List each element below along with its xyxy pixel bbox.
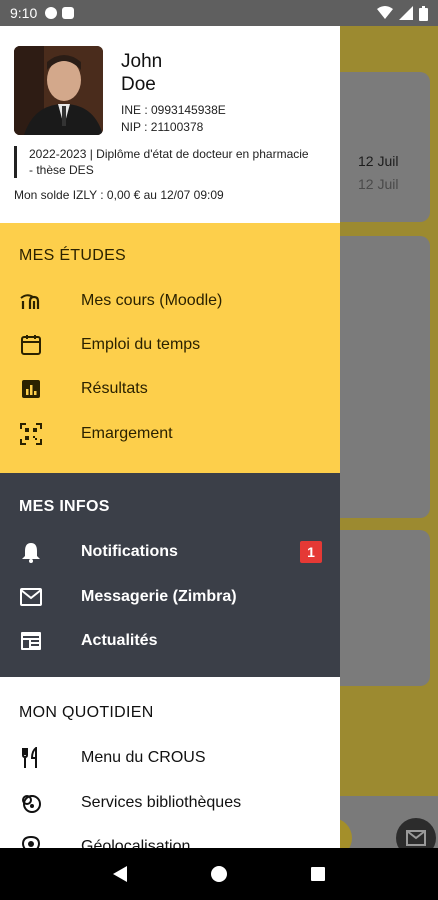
recents-button[interactable]	[303, 859, 333, 889]
section-title: MES ÉTUDES	[19, 247, 127, 264]
bar-chart-icon	[19, 377, 43, 401]
section-mon-quotidien: MON QUOTIDIEN Menu du CROUS Services bib…	[0, 677, 340, 848]
menu-item-messagerie[interactable]: Messagerie (Zimbra)	[0, 575, 340, 619]
status-bar: 9:10	[0, 0, 438, 26]
section-title: MES INFOS	[19, 498, 110, 515]
menu-item-label: Emargement	[81, 425, 173, 442]
nip-number: NIP : 21100378	[121, 120, 204, 134]
mail-icon	[406, 830, 426, 846]
menu-item-menu-crous[interactable]: Menu du CROUS	[0, 736, 340, 780]
section-mes-infos: MES INFOS Notifications 1 Messagerie (Zi…	[0, 473, 340, 677]
notification-count-badge: 1	[300, 541, 322, 563]
recents-square-icon	[311, 867, 326, 881]
menu-item-label: Mes cours (Moodle)	[81, 292, 223, 309]
profile-header: John Doe INE : 0993145938E NIP : 2110037…	[0, 26, 340, 223]
back-button[interactable]	[105, 859, 135, 889]
diploma-info: 2022-2023 | Diplôme d'état de docteur en…	[14, 146, 314, 178]
mail-icon	[19, 585, 43, 609]
menu-item-resultats[interactable]: Résultats	[0, 367, 340, 411]
menu-item-actualites[interactable]: Actualités	[0, 619, 340, 663]
system-navigation-bar	[0, 848, 438, 900]
news-icon	[19, 629, 43, 653]
menu-item-label: Résultats	[81, 380, 148, 397]
menu-item-services-bibliotheques[interactable]: Services bibliothèques	[0, 781, 340, 825]
signal-icon	[399, 6, 413, 20]
menu-item-label: Emploi du temps	[81, 336, 201, 353]
menu-item-label: Géolocalisation	[81, 838, 191, 848]
bell-icon	[19, 540, 43, 564]
menu-item-label: Menu du CROUS	[81, 749, 206, 766]
restaurant-icon	[19, 746, 43, 770]
section-title: MON QUOTIDIEN	[19, 704, 154, 721]
status-time: 9:10	[10, 5, 38, 21]
menu-item-label: Services bibliothèques	[81, 794, 242, 811]
moodle-icon	[19, 289, 43, 313]
menu-item-label: Actualités	[81, 632, 158, 649]
user-ids: INE : 0993145938E NIP : 21100378	[121, 102, 226, 136]
user-last-name: Doe	[121, 74, 156, 95]
app-notification-icon	[45, 7, 58, 19]
menu-item-emargement[interactable]: Emargement	[0, 412, 340, 456]
menu-item-mes-cours[interactable]: Mes cours (Moodle)	[0, 279, 340, 323]
user-name: John Doe	[121, 50, 162, 96]
wifi-icon	[377, 6, 393, 19]
section-mes-etudes: MES ÉTUDES Mes cours (Moodle) Emploi du …	[0, 223, 340, 473]
battery-icon	[419, 5, 428, 21]
qr-scan-icon	[19, 422, 43, 446]
background-date: 12 Juil	[358, 153, 399, 169]
ine-number: INE : 0993145938E	[121, 103, 226, 117]
navigation-drawer: John Doe INE : 0993145938E NIP : 2110037…	[0, 26, 340, 848]
back-triangle-icon	[112, 866, 127, 882]
background-date-secondary: 12 Juil	[358, 176, 399, 192]
calendar-icon	[19, 333, 43, 357]
menu-item-label: Notifications	[81, 543, 178, 560]
home-button[interactable]	[204, 859, 234, 889]
location-icon	[19, 835, 43, 848]
sd-card-icon	[62, 7, 75, 19]
library-icon	[19, 791, 43, 815]
menu-item-notifications[interactable]: Notifications 1	[0, 530, 340, 574]
menu-item-emploi-du-temps[interactable]: Emploi du temps	[0, 323, 340, 367]
home-circle-icon	[210, 866, 227, 882]
menu-item-label: Messagerie (Zimbra)	[81, 588, 237, 605]
avatar[interactable]	[14, 46, 103, 135]
menu-item-geolocalisation[interactable]: Géolocalisation	[0, 825, 340, 848]
user-first-name: John	[121, 51, 163, 72]
izly-balance: Mon solde IZLY : 0,00 € au 12/07 09:09	[14, 188, 224, 202]
